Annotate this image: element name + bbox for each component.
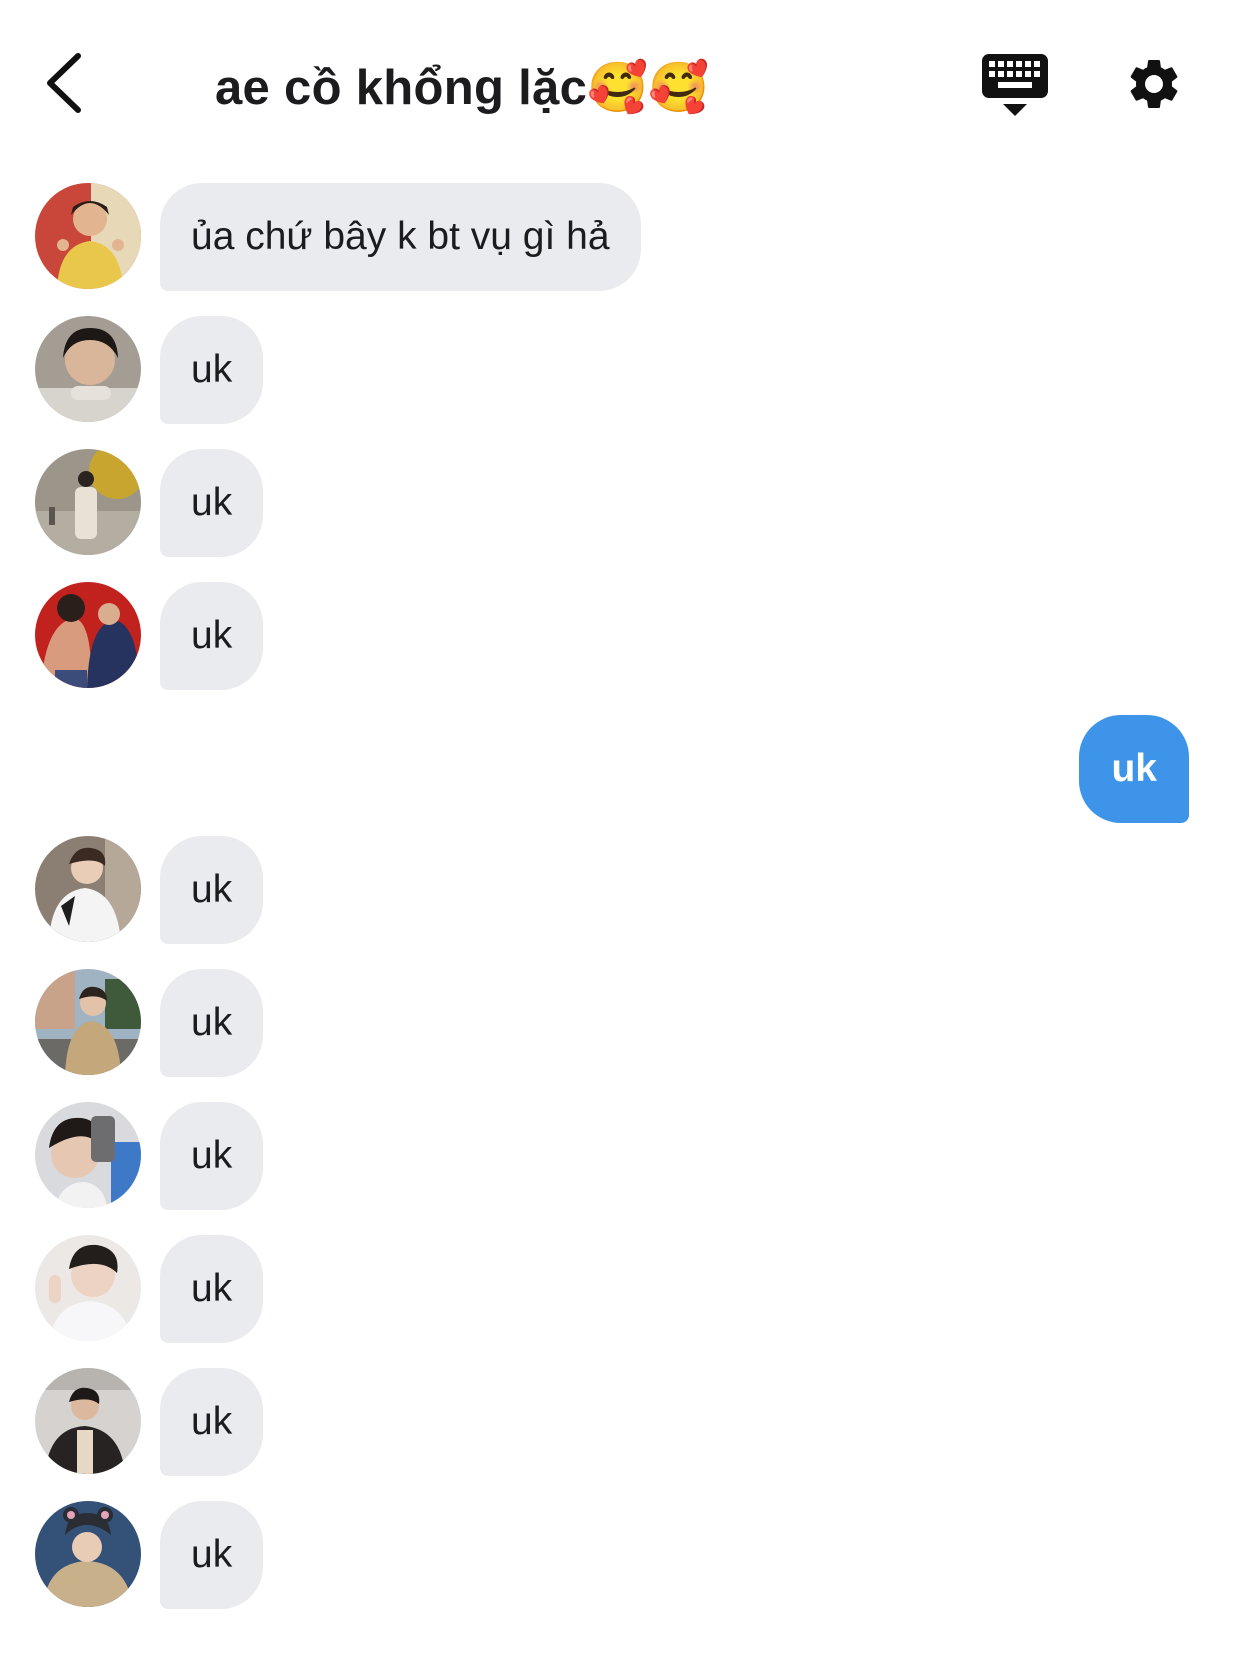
avatar[interactable] bbox=[35, 836, 141, 942]
keyboard-toggle-button[interactable] bbox=[980, 52, 1050, 120]
settings-button[interactable] bbox=[1124, 54, 1184, 114]
message-row: ủa chứ bây k bt vụ gì hả bbox=[0, 183, 1242, 291]
message-row: uk bbox=[0, 969, 1242, 1077]
keyboard-hide-icon bbox=[982, 54, 1048, 116]
chat-title: ae cồ khổng lặc🥰🥰 bbox=[215, 61, 710, 115]
message-row: uk bbox=[0, 1235, 1242, 1343]
avatar[interactable] bbox=[35, 316, 141, 422]
message-row: uk bbox=[0, 1368, 1242, 1476]
message-bubble[interactable]: uk bbox=[160, 1368, 264, 1476]
message-row: uk bbox=[0, 449, 1242, 557]
message-bubble[interactable]: uk bbox=[160, 1235, 264, 1343]
message-bubble[interactable]: ủa chứ bây k bt vụ gì hả bbox=[160, 183, 641, 291]
message-bubble[interactable]: uk bbox=[160, 1102, 264, 1210]
avatar[interactable] bbox=[35, 1235, 141, 1341]
message-row: uk bbox=[0, 1501, 1242, 1609]
avatar[interactable] bbox=[35, 183, 141, 289]
message-bubble[interactable]: uk bbox=[160, 1501, 264, 1609]
message-bubble[interactable]: uk bbox=[160, 449, 264, 557]
gear-icon bbox=[1130, 59, 1178, 108]
avatar[interactable] bbox=[35, 582, 141, 688]
avatar[interactable] bbox=[35, 1102, 141, 1208]
avatar[interactable] bbox=[35, 969, 141, 1075]
avatar[interactable] bbox=[35, 1368, 141, 1474]
message-bubble[interactable]: uk bbox=[160, 836, 264, 944]
message-bubble[interactable]: uk bbox=[160, 582, 264, 690]
message-row: uk bbox=[0, 1102, 1242, 1210]
message-bubble[interactable]: uk bbox=[160, 969, 264, 1077]
chevron-left-icon bbox=[47, 53, 81, 113]
chat-header: ae cồ khổng lặc🥰🥰 bbox=[0, 0, 1242, 160]
message-bubble[interactable]: uk bbox=[160, 316, 264, 424]
avatar[interactable] bbox=[35, 1501, 141, 1607]
message-row: uk bbox=[0, 316, 1242, 424]
avatar[interactable] bbox=[35, 449, 141, 555]
message-row-outgoing: uk bbox=[0, 715, 1242, 823]
message-row: uk bbox=[0, 582, 1242, 690]
message-row: uk bbox=[0, 836, 1242, 944]
message-bubble-outgoing[interactable]: uk bbox=[1079, 715, 1189, 823]
back-button[interactable] bbox=[40, 50, 100, 120]
